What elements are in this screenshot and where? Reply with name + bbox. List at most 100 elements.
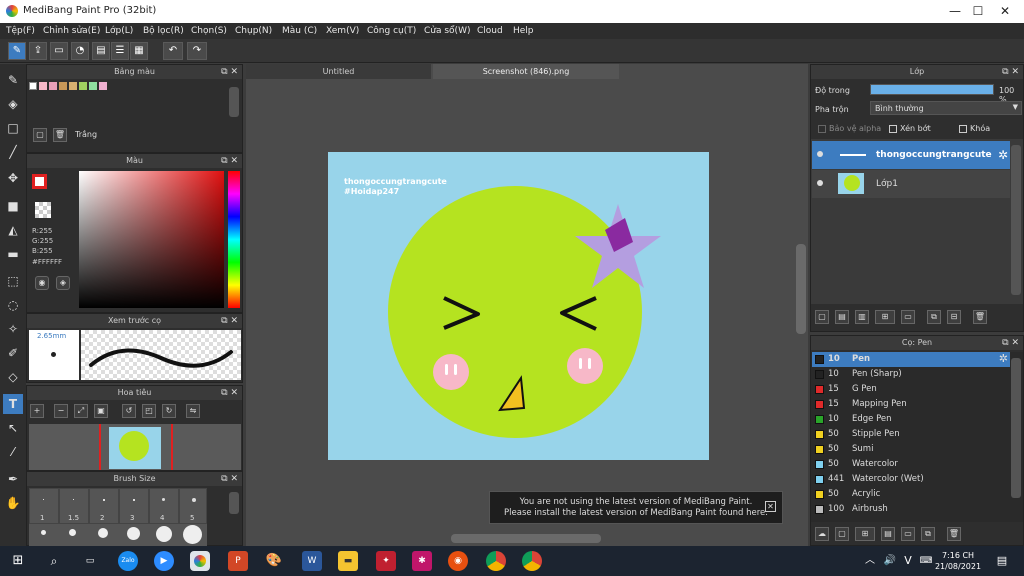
menu-layer[interactable]: Lớp(L)	[105, 26, 133, 36]
brush-size-scrollbar[interactable]	[229, 492, 239, 514]
search-icon[interactable]: ⌕	[44, 551, 64, 571]
layer-scrollbar[interactable]	[1011, 145, 1021, 295]
hue-slider[interactable]	[228, 171, 240, 308]
menu-capture[interactable]: Chụp(N)	[235, 26, 272, 36]
brush-item[interactable]: 50 Stipple Pen	[812, 427, 1010, 442]
brush-size-dot[interactable]	[156, 526, 172, 542]
zoom-app-icon[interactable]: ▶	[154, 551, 174, 571]
brush-item[interactable]: 15 Mapping Pen	[812, 397, 1010, 412]
protect-alpha-checkbox[interactable]	[818, 125, 826, 133]
paint-app-icon[interactable]: 🎨	[264, 551, 284, 571]
new-halftone-layer-icon[interactable]: ▤	[835, 310, 849, 324]
comment-icon[interactable]: ▭	[50, 42, 68, 60]
pen-tool-icon[interactable]: ✒	[3, 469, 23, 489]
app-icon[interactable]: ◉	[448, 551, 468, 571]
tray-chevron-icon[interactable]: ︿	[860, 551, 880, 571]
brush-tool-icon[interactable]: ✎	[3, 70, 23, 90]
gear-icon[interactable]: ✲	[998, 148, 1008, 162]
brush-item[interactable]: 100 Airbrush	[812, 502, 1010, 517]
brush-size-cell[interactable]: 1	[29, 488, 59, 524]
chrome-icon[interactable]	[486, 551, 506, 571]
task-view-icon[interactable]: ▭	[80, 551, 100, 571]
color-set-icon[interactable]: ◈	[56, 276, 70, 290]
color-wheel-icon[interactable]: ◉	[35, 276, 49, 290]
brush-size-dot[interactable]	[183, 525, 202, 544]
visibility-icon[interactable]	[817, 180, 823, 186]
brush-item[interactable]: 50 Acrylic	[812, 487, 1010, 502]
fill-rect-icon[interactable]: ■	[3, 196, 23, 216]
folder-icon[interactable]: ▭	[901, 310, 915, 324]
delete-layer-icon[interactable]: 🗑	[973, 310, 987, 324]
palette-scrollbar[interactable]	[229, 87, 239, 117]
rotate-right-icon[interactable]: ↻	[162, 404, 176, 418]
swatch[interactable]	[99, 82, 107, 90]
document-icon[interactable]: ▤	[92, 42, 110, 60]
input-language[interactable]: V	[898, 551, 918, 571]
menu-file[interactable]: Tệp(F)	[6, 26, 35, 36]
redo-icon[interactable]: ↷	[187, 42, 207, 60]
transparent-color[interactable]	[35, 202, 51, 218]
list-icon[interactable]: ☰	[111, 42, 129, 60]
notification-icon[interactable]: ▤	[992, 551, 1012, 571]
magic-wand-icon[interactable]: ✧	[3, 319, 23, 339]
brush-settings-icon[interactable]: ▤	[881, 527, 895, 541]
zalo-app-icon[interactable]: Zalo	[118, 551, 138, 571]
layer-row[interactable]: Lớp1	[812, 170, 1010, 198]
brush-size-dot[interactable]	[41, 530, 46, 535]
clipping-checkbox[interactable]	[889, 125, 897, 133]
hand-tool-icon[interactable]: ✋	[3, 493, 23, 513]
lasso-tool-icon[interactable]: ◌	[3, 295, 23, 315]
word-app-icon[interactable]: W	[302, 551, 322, 571]
brush-item[interactable]: 10 Edge Pen	[812, 412, 1010, 427]
reset-rotation-icon[interactable]: ◰	[142, 404, 156, 418]
upload-icon[interactable]: ⇪	[29, 42, 47, 60]
menu-tools[interactable]: Công cụ(T)	[367, 26, 416, 36]
brush-size-cell[interactable]: 4	[149, 488, 179, 524]
brush-size-dot[interactable]	[69, 529, 76, 536]
menu-window[interactable]: Cửa sổ(W)	[424, 26, 470, 36]
gear-icon[interactable]: ✲	[999, 352, 1008, 365]
duplicate-layer-icon[interactable]: ⧉	[927, 310, 941, 324]
swatch[interactable]	[29, 82, 37, 90]
brush-size-cell[interactable]: 2	[89, 488, 119, 524]
brush-item[interactable]: 50 Sumi	[812, 442, 1010, 457]
brush-menu-icon[interactable]: ⊞	[855, 527, 875, 541]
eyedropper-tool-icon[interactable]: ⁄	[3, 442, 23, 462]
new-8bit-layer-icon[interactable]: ▥	[855, 310, 869, 324]
lock-checkbox[interactable]	[959, 125, 967, 133]
swatch[interactable]	[39, 82, 47, 90]
eraser-tool-icon[interactable]: ◈	[3, 94, 23, 114]
notice-close-icon[interactable]: ✕	[765, 501, 776, 512]
move-tool-icon[interactable]: ✥	[3, 168, 23, 188]
foreground-color[interactable]	[32, 174, 47, 189]
duplicate-brush-icon[interactable]: ⧉	[921, 527, 935, 541]
opacity-slider[interactable]	[870, 84, 994, 95]
brush-size-cell[interactable]: 5	[179, 488, 207, 524]
gradient-tool-icon[interactable]: ▬	[3, 244, 23, 264]
operation-tool-icon[interactable]: ↖	[3, 418, 23, 438]
windows-start-icon[interactable]: ⊞	[8, 551, 28, 571]
brush-size-cell[interactable]: 1.5	[59, 488, 89, 524]
app-icon[interactable]: ✱	[412, 551, 432, 571]
panel-controls-icon[interactable]: ⧉ ✕	[221, 65, 238, 79]
new-palette-icon[interactable]: ▢	[33, 128, 47, 142]
new-layer-icon[interactable]: ▢	[815, 310, 829, 324]
text-tool-icon[interactable]: T	[3, 394, 23, 414]
medibang-app-icon[interactable]	[190, 551, 210, 571]
menu-filter[interactable]: Bộ lọc(R)	[143, 26, 184, 36]
vertical-scrollbar[interactable]	[796, 244, 806, 334]
swatch[interactable]	[79, 82, 87, 90]
panel-controls-icon[interactable]: ⧉ ✕	[221, 314, 238, 328]
actual-size-icon[interactable]: ▣	[94, 404, 108, 418]
powerpoint-app-icon[interactable]: P	[228, 551, 248, 571]
rotate-left-icon[interactable]: ↺	[122, 404, 136, 418]
update-notice[interactable]: You are not using the latest version of …	[489, 491, 783, 524]
cloud-brush-icon[interactable]: ☁	[815, 527, 829, 541]
brush-mode-icon[interactable]: ✎	[8, 42, 26, 60]
brush-size-dot[interactable]	[98, 528, 108, 538]
brush-item[interactable]: 10 Pen (Sharp)	[812, 367, 1010, 382]
select-pen-icon[interactable]: ✐	[3, 343, 23, 363]
speaker-icon[interactable]: 🔊	[880, 551, 900, 571]
close-button[interactable]: ✕	[982, 0, 1024, 23]
shape-tool-icon[interactable]: □	[3, 118, 23, 138]
